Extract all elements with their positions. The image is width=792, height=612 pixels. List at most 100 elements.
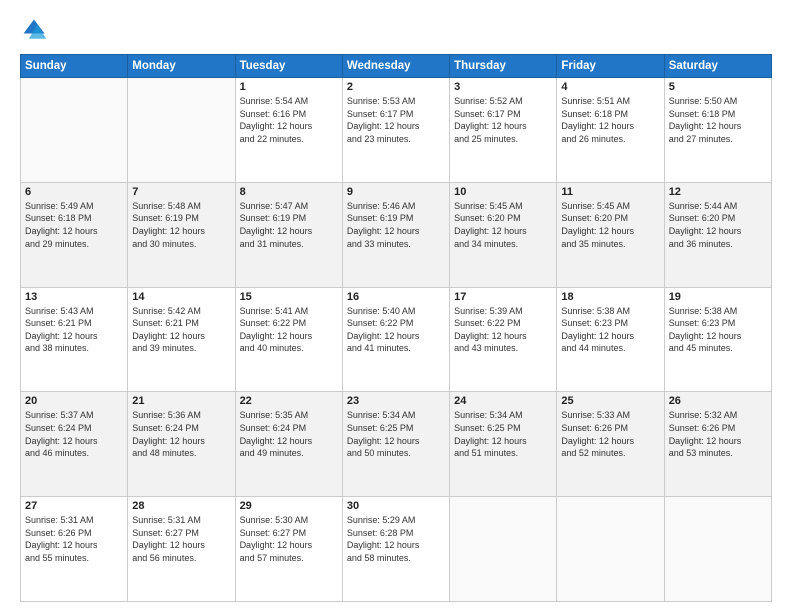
- day-header-monday: Monday: [128, 55, 235, 78]
- cell-info-line: and 33 minutes.: [347, 238, 445, 251]
- calendar-week-row: 27Sunrise: 5:31 AMSunset: 6:26 PMDayligh…: [21, 497, 772, 602]
- cell-info-line: Daylight: 12 hours: [240, 120, 338, 133]
- cell-info-line: Sunrise: 5:35 AM: [240, 409, 338, 422]
- day-number: 2: [347, 81, 445, 93]
- cell-info-line: Daylight: 12 hours: [240, 225, 338, 238]
- day-number: 5: [669, 81, 767, 93]
- page: SundayMondayTuesdayWednesdayThursdayFrid…: [0, 0, 792, 612]
- cell-info-line: Sunrise: 5:39 AM: [454, 305, 552, 318]
- calendar-cell: 6Sunrise: 5:49 AMSunset: 6:18 PMDaylight…: [21, 182, 128, 287]
- cell-info-line: Sunrise: 5:36 AM: [132, 409, 230, 422]
- calendar-cell: 15Sunrise: 5:41 AMSunset: 6:22 PMDayligh…: [235, 287, 342, 392]
- logo-icon: [20, 16, 48, 44]
- calendar-cell: [664, 497, 771, 602]
- cell-info-line: Sunrise: 5:50 AM: [669, 95, 767, 108]
- cell-info-line: Sunset: 6:20 PM: [669, 212, 767, 225]
- cell-info-line: Daylight: 12 hours: [347, 435, 445, 448]
- calendar-cell: 22Sunrise: 5:35 AMSunset: 6:24 PMDayligh…: [235, 392, 342, 497]
- cell-info-line: Daylight: 12 hours: [454, 225, 552, 238]
- cell-info-line: and 23 minutes.: [347, 133, 445, 146]
- cell-info-line: Sunrise: 5:37 AM: [25, 409, 123, 422]
- cell-info-line: Daylight: 12 hours: [25, 539, 123, 552]
- day-number: 28: [132, 500, 230, 512]
- cell-info-line: and 36 minutes.: [669, 238, 767, 251]
- cell-info-line: Sunset: 6:27 PM: [132, 527, 230, 540]
- calendar-cell: 20 Sunrise: 5:37 AMSunset: 6:24 PMDayligh…: [21, 392, 128, 497]
- day-number: 29: [240, 500, 338, 512]
- cell-info-line: Sunrise: 5:45 AM: [561, 200, 659, 213]
- calendar-cell: 29Sunrise: 5:30 AMSunset: 6:27 PMDayligh…: [235, 497, 342, 602]
- day-number: 10: [454, 186, 552, 198]
- cell-info-line: Sunset: 6:20 PM: [454, 212, 552, 225]
- cell-info-line: Daylight: 12 hours: [347, 539, 445, 552]
- cell-info-line: Daylight: 12 hours: [240, 435, 338, 448]
- cell-info-line: Sunset: 6:22 PM: [347, 317, 445, 330]
- cell-info-line: and 25 minutes.: [454, 133, 552, 146]
- cell-info-line: and 48 minutes.: [132, 447, 230, 460]
- day-number: 18: [561, 291, 659, 303]
- calendar-cell: 28 Sunrise: 5:31 AMSunset: 6:27 PMDayligh…: [128, 497, 235, 602]
- cell-info-line: Sunset: 6:25 PM: [454, 422, 552, 435]
- cell-info-line: and 29 minutes.: [25, 238, 123, 251]
- calendar-cell: 26Sunrise: 5:32 AMSunset: 6:26 PMDayligh…: [664, 392, 771, 497]
- cell-info-line: Sunrise: 5:34 AM: [347, 409, 445, 422]
- calendar-cell: [21, 78, 128, 183]
- day-number: 4: [561, 81, 659, 93]
- calendar-cell: 30Sunrise: 5:29 AMSunset: 6:28 PMDayligh…: [342, 497, 449, 602]
- cell-info-line: and 55 minutes.: [25, 552, 123, 565]
- day-number: 24: [454, 395, 552, 407]
- calendar-cell: 18Sunrise: 5:38 AMSunset: 6:23 PMDayligh…: [557, 287, 664, 392]
- cell-info-line: Sunset: 6:23 PM: [561, 317, 659, 330]
- cell-info-line: Sunrise: 5:32 AM: [669, 409, 767, 422]
- cell-info-line: Daylight: 12 hours: [25, 435, 123, 448]
- cell-info-line: Sunrise: 5:49 AM: [25, 200, 123, 213]
- calendar-cell: 16Sunrise: 5:40 AMSunset: 6:22 PMDayligh…: [342, 287, 449, 392]
- cell-info-line: Daylight: 12 hours: [454, 120, 552, 133]
- day-number: 16: [347, 291, 445, 303]
- day-number: 26: [669, 395, 767, 407]
- calendar-cell: 1Sunrise: 5:54 AMSunset: 6:16 PMDaylight…: [235, 78, 342, 183]
- cell-info-line: Sunrise: 5:41 AM: [240, 305, 338, 318]
- day-number: 20: [25, 395, 123, 407]
- day-number: 11: [561, 186, 659, 198]
- cell-info-line: Daylight: 12 hours: [240, 330, 338, 343]
- day-number: 9: [347, 186, 445, 198]
- day-number: 22: [240, 395, 338, 407]
- cell-info-line: Sunrise: 5:52 AM: [454, 95, 552, 108]
- cell-info-line: Daylight: 12 hours: [132, 539, 230, 552]
- cell-info-line: Sunrise: 5:42 AM: [132, 305, 230, 318]
- day-header-sunday: Sunday: [21, 55, 128, 78]
- cell-info-line: and 39 minutes.: [132, 342, 230, 355]
- cell-info-line: and 51 minutes.: [454, 447, 552, 460]
- cell-info-line: Daylight: 12 hours: [454, 330, 552, 343]
- cell-info-line: Daylight: 12 hours: [240, 539, 338, 552]
- cell-info-line: Sunset: 6:17 PM: [347, 108, 445, 121]
- day-number: 8: [240, 186, 338, 198]
- cell-info-line: Sunrise: 5:31 AM: [132, 514, 230, 527]
- cell-info-line: Sunset: 6:23 PM: [669, 317, 767, 330]
- calendar-cell: 10Sunrise: 5:45 AMSunset: 6:20 PMDayligh…: [450, 182, 557, 287]
- cell-info-line: Sunset: 6:16 PM: [240, 108, 338, 121]
- calendar-week-row: 1Sunrise: 5:54 AMSunset: 6:16 PMDaylight…: [21, 78, 772, 183]
- cell-info-line: Sunset: 6:24 PM: [25, 422, 123, 435]
- cell-info-line: Daylight: 12 hours: [561, 120, 659, 133]
- cell-info-line: and 43 minutes.: [454, 342, 552, 355]
- cell-info-line: Sunrise: 5:46 AM: [347, 200, 445, 213]
- cell-info-line: Sunset: 6:22 PM: [454, 317, 552, 330]
- calendar-cell: 3Sunrise: 5:52 AMSunset: 6:17 PMDaylight…: [450, 78, 557, 183]
- calendar-week-row: 6Sunrise: 5:49 AMSunset: 6:18 PMDaylight…: [21, 182, 772, 287]
- cell-info-line: Daylight: 12 hours: [669, 120, 767, 133]
- day-header-tuesday: Tuesday: [235, 55, 342, 78]
- cell-info-line: Sunrise: 5:31 AM: [25, 514, 123, 527]
- cell-info-line: Sunrise: 5:43 AM: [25, 305, 123, 318]
- day-number: 27: [25, 500, 123, 512]
- day-number: 17: [454, 291, 552, 303]
- calendar-cell: 23Sunrise: 5:34 AMSunset: 6:25 PMDayligh…: [342, 392, 449, 497]
- cell-info-line: and 45 minutes.: [669, 342, 767, 355]
- day-number: 23: [347, 395, 445, 407]
- cell-info-line: Sunset: 6:21 PM: [132, 317, 230, 330]
- calendar-cell: [450, 497, 557, 602]
- cell-info-line: and 40 minutes.: [240, 342, 338, 355]
- cell-info-line: and 44 minutes.: [561, 342, 659, 355]
- cell-info-line: Daylight: 12 hours: [132, 435, 230, 448]
